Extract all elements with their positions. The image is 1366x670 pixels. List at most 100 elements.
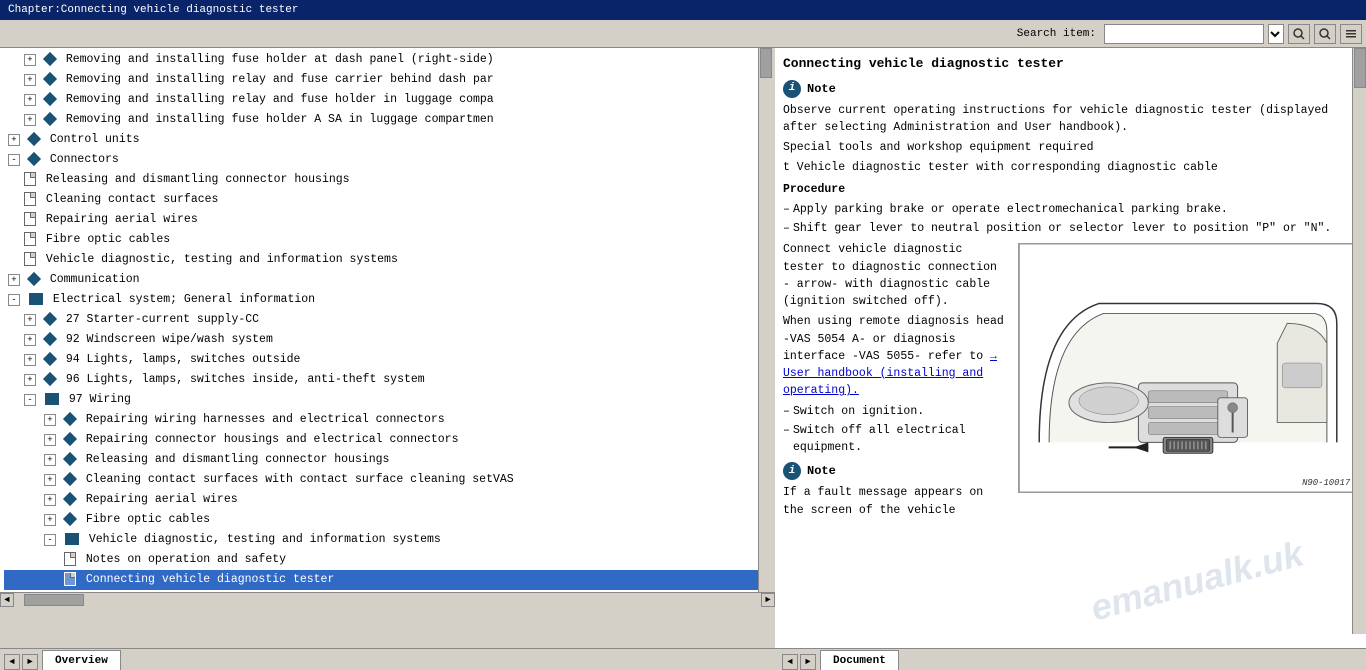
expand-icon-6[interactable]: -: [8, 154, 20, 166]
tree-item-19[interactable]: + Repairing wiring harnesses and electri…: [4, 410, 768, 430]
h-scroll-right[interactable]: ►: [761, 593, 775, 607]
tree-content: + Removing and installing fuse holder at…: [0, 48, 772, 592]
expand-icon-4[interactable]: +: [24, 114, 36, 126]
search-input[interactable]: [1104, 24, 1264, 44]
nav-fwd-btn[interactable]: ►: [22, 654, 38, 670]
toolbar: Search item:: [0, 20, 1366, 48]
bottom-left-tabs: ◄ ► Overview: [0, 650, 775, 670]
tree-label-23: Repairing aerial wires: [86, 493, 238, 506]
tree-item-11[interactable]: Vehicle diagnostic, testing and informat…: [4, 250, 768, 270]
tree-item-12[interactable]: + Communication: [4, 270, 768, 290]
folder-icon-6: [27, 152, 41, 166]
expand-icon-22[interactable]: +: [44, 474, 56, 486]
expand-icon-21[interactable]: +: [44, 454, 56, 466]
tree-item-18[interactable]: - 97 Wiring: [4, 390, 768, 410]
tree-label-10: Fibre optic cables: [46, 233, 170, 246]
nav-doc-fwd-btn[interactable]: ►: [800, 654, 816, 670]
tree-item-3[interactable]: + Removing and installing relay and fuse…: [4, 90, 768, 110]
search-btn-2[interactable]: [1314, 24, 1336, 44]
tree-item-4[interactable]: + Removing and installing fuse holder A …: [4, 110, 768, 130]
tree-item-9[interactable]: Repairing aerial wires: [4, 210, 768, 230]
expand-icon-15[interactable]: +: [24, 334, 36, 346]
expand-icon-17[interactable]: +: [24, 374, 36, 386]
tree-item-15[interactable]: + 92 Windscreen wipe/wash system: [4, 330, 768, 350]
left-panel: + Removing and installing fuse holder at…: [0, 48, 775, 592]
left-scrollbar[interactable]: [758, 48, 772, 592]
expand-icon-2[interactable]: +: [24, 74, 36, 86]
expand-icon-5[interactable]: +: [8, 134, 20, 146]
step-2: Shift gear lever to neutral position or …: [783, 220, 1358, 237]
search-dropdown[interactable]: [1268, 24, 1284, 44]
tree-label-17: 96 Lights, lamps, switches inside, anti-…: [66, 373, 425, 386]
tree-item-13[interactable]: - Electrical system; General information: [4, 290, 768, 310]
expand-icon-24[interactable]: +: [44, 514, 56, 526]
step-1-text: Apply parking brake or operate electrome…: [793, 203, 1228, 216]
svg-text:N90-10017: N90-10017: [1302, 478, 1351, 488]
tree-item-7[interactable]: Releasing and dismantling connector hous…: [4, 170, 768, 190]
h-scroll-thumb[interactable]: [24, 594, 84, 606]
note-box-2: i Note: [783, 462, 1010, 480]
doc-icon-10: [24, 232, 36, 246]
tree-item-14[interactable]: + 27 Starter-current supply-CC: [4, 310, 768, 330]
expand-icon-25[interactable]: -: [44, 534, 56, 546]
expand-icon-18[interactable]: -: [24, 394, 36, 406]
expand-icon-23[interactable]: +: [44, 494, 56, 506]
right-scroll-thumb[interactable]: [1354, 48, 1366, 88]
left-scroll-thumb[interactable]: [760, 48, 772, 78]
tree-label-11: Vehicle diagnostic, testing and informat…: [46, 253, 398, 266]
step-1: Apply parking brake or operate electrome…: [783, 201, 1358, 218]
nav-back-btn[interactable]: ◄: [4, 654, 20, 670]
tree-label-27: Connecting vehicle diagnostic tester: [86, 573, 334, 586]
right-scrollbar[interactable]: [1352, 48, 1366, 634]
left-scrollbar-h[interactable]: ◄ ►: [0, 592, 775, 606]
search-label: Search item:: [1017, 28, 1096, 40]
tree-label-25: Vehicle diagnostic, testing and informat…: [89, 533, 441, 546]
tree-item-24[interactable]: + Fibre optic cables: [4, 510, 768, 530]
tree-item-2[interactable]: + Removing and installing relay and fuse…: [4, 70, 768, 90]
search-btn-1[interactable]: [1288, 24, 1310, 44]
tree-item-8[interactable]: Cleaning contact surfaces: [4, 190, 768, 210]
tree-label-14: 27 Starter-current supply-CC: [66, 313, 259, 326]
tree-label-8: Cleaning contact surfaces: [46, 193, 219, 206]
folder-open-icon-13: [29, 293, 43, 305]
expand-icon-20[interactable]: +: [44, 434, 56, 446]
expand-icon-1[interactable]: +: [24, 54, 36, 66]
expand-icon-12[interactable]: +: [8, 274, 20, 286]
tree-label-21: Releasing and dismantling connector hous…: [86, 453, 390, 466]
nav-doc-back-btn[interactable]: ◄: [782, 654, 798, 670]
doc-icon-7: [24, 172, 36, 186]
tree-item-5[interactable]: + Control units: [4, 130, 768, 150]
tree-item-6[interactable]: - Connectors: [4, 150, 768, 170]
tree-item-1[interactable]: + Removing and installing fuse holder at…: [4, 50, 768, 70]
tree-item-10[interactable]: Fibre optic cables: [4, 230, 768, 250]
folder-icon-5: [27, 132, 41, 146]
tree-item-26[interactable]: Notes on operation and safety: [4, 550, 768, 570]
tree-item-25[interactable]: - Vehicle diagnostic, testing and inform…: [4, 530, 768, 550]
folder-icon-16: [43, 352, 57, 366]
tree-item-16[interactable]: + 94 Lights, lamps, switches outside: [4, 350, 768, 370]
folder-icon-23: [63, 492, 77, 506]
tree-item-20[interactable]: + Repairing connector housings and elect…: [4, 430, 768, 450]
bottom-right-tabs: ◄ ► Document: [778, 650, 1366, 670]
expand-icon-13[interactable]: -: [8, 294, 20, 306]
tab-overview[interactable]: Overview: [42, 650, 121, 670]
folder-icon-17: [43, 372, 57, 386]
tree-item-27[interactable]: Connecting vehicle diagnostic tester: [4, 570, 768, 590]
options-btn[interactable]: [1340, 24, 1362, 44]
procedure-title: Procedure: [783, 181, 1358, 198]
tree-item-17[interactable]: + 96 Lights, lamps, switches inside, ant…: [4, 370, 768, 390]
watermark: emanualk.uk: [1085, 527, 1310, 636]
tree-label-6: Connectors: [50, 153, 119, 166]
tree-item-21[interactable]: + Releasing and dismantling connector ho…: [4, 450, 768, 470]
expand-icon-14[interactable]: +: [24, 314, 36, 326]
expand-icon-19[interactable]: +: [44, 414, 56, 426]
h-scroll-left[interactable]: ◄: [0, 593, 14, 607]
tree-label-24: Fibre optic cables: [86, 513, 210, 526]
expand-icon-16[interactable]: +: [24, 354, 36, 366]
step-4: Switch off all electrical equipment.: [783, 422, 1358, 457]
expand-icon-3[interactable]: +: [24, 94, 36, 106]
tree-item-23[interactable]: + Repairing aerial wires: [4, 490, 768, 510]
tool-item: t Vehicle diagnostic tester with corresp…: [783, 159, 1358, 176]
tree-item-22[interactable]: + Cleaning contact surfaces with contact…: [4, 470, 768, 490]
tab-document[interactable]: Document: [820, 650, 899, 670]
